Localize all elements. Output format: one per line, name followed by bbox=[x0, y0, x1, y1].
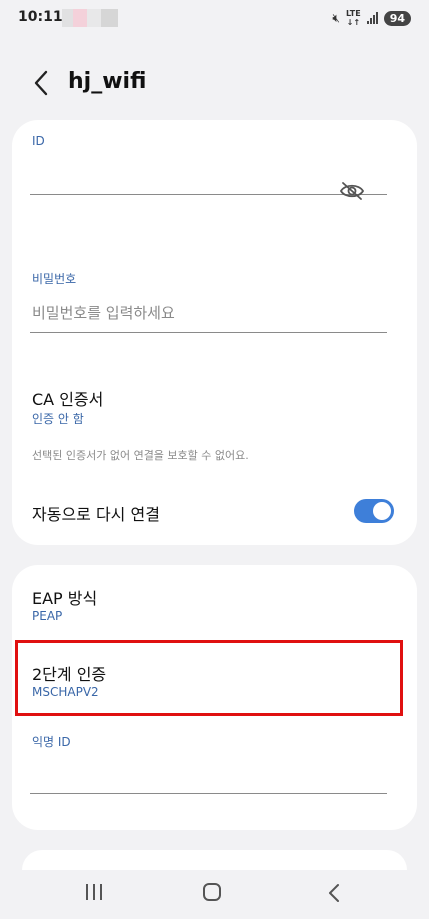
signal-icon bbox=[366, 12, 378, 24]
next-card-peek bbox=[22, 850, 407, 870]
password-underline bbox=[30, 332, 387, 333]
ca-cert-title[interactable]: CA 인증서 bbox=[32, 386, 103, 410]
anonymous-id-label: 익명 ID bbox=[32, 735, 71, 749]
navigation-bar bbox=[0, 870, 429, 919]
password-input[interactable]: 비밀번호를 입력하세요 bbox=[32, 302, 175, 323]
status-time: 10:11 bbox=[18, 9, 63, 25]
back-arrow-icon[interactable] bbox=[30, 68, 54, 98]
auto-reconnect-toggle[interactable] bbox=[354, 499, 394, 523]
anonymous-id-underline bbox=[30, 793, 387, 794]
eye-off-icon[interactable] bbox=[339, 181, 365, 201]
phase2-auth-title[interactable]: 2단계 인증 bbox=[32, 661, 106, 685]
page-title: hj_wifi bbox=[68, 69, 147, 94]
auto-reconnect-label: 자동으로 다시 연결 bbox=[32, 505, 160, 524]
eap-card: EAP 방식 PEAP 2단계 인증 MSCHAPV2 익명 ID bbox=[12, 565, 417, 830]
mute-icon: 🔇︎ bbox=[332, 10, 340, 25]
lte-icon: LTE ↓↑ bbox=[345, 9, 361, 27]
status-icons: 🔇︎ LTE ↓↑ 94 bbox=[332, 9, 411, 27]
nav-back-icon[interactable] bbox=[324, 882, 344, 904]
phase2-auth-value[interactable]: MSCHAPV2 bbox=[32, 685, 99, 699]
password-label: 비밀번호 bbox=[32, 272, 77, 286]
id-label: ID bbox=[32, 134, 45, 148]
id-underline bbox=[30, 194, 387, 195]
ca-cert-value[interactable]: 인증 안 함 bbox=[32, 410, 84, 427]
home-icon[interactable] bbox=[203, 883, 221, 901]
eap-method-value[interactable]: PEAP bbox=[32, 609, 62, 623]
status-bar: 10:11 🔇︎ LTE ↓↑ 94 bbox=[0, 0, 429, 38]
ca-cert-hint: 선택된 인증서가 없어 연결을 보호할 수 없어요. bbox=[32, 449, 249, 462]
eap-method-title[interactable]: EAP 방식 bbox=[32, 585, 97, 609]
battery-icon: 94 bbox=[383, 10, 411, 26]
recent-apps-icon[interactable] bbox=[86, 884, 102, 900]
notification-icons bbox=[62, 9, 118, 27]
network-type: LTE bbox=[345, 9, 361, 18]
toggle-knob bbox=[373, 502, 391, 520]
